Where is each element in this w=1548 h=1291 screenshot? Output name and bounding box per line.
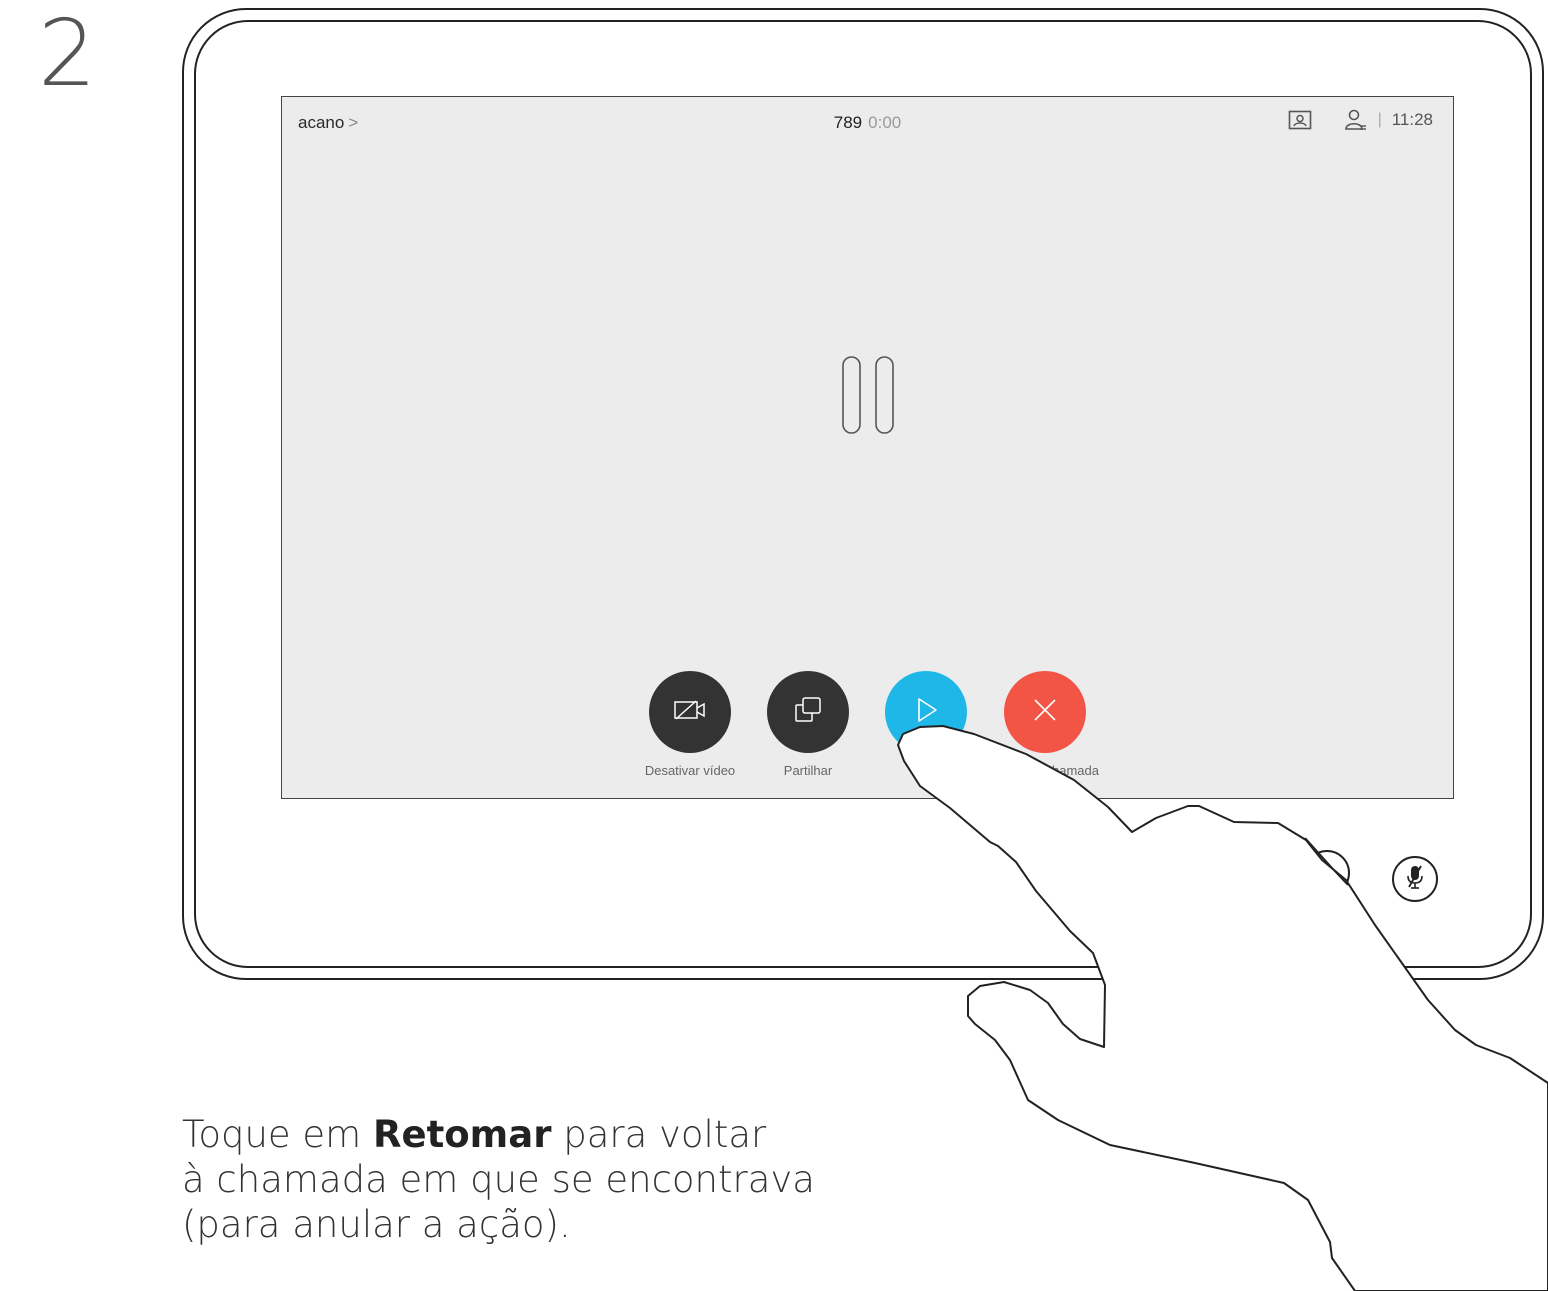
video-off-icon bbox=[673, 698, 707, 727]
clock: 11:28 bbox=[1391, 110, 1433, 129]
step-number: 2 bbox=[38, 0, 97, 107]
call-info: 789 0:00 bbox=[282, 113, 1453, 133]
mute-microphone-icon bbox=[1403, 863, 1427, 896]
instruction-line-1: Toque em Retomar para voltar bbox=[182, 1112, 815, 1157]
selfview-icon[interactable] bbox=[1288, 110, 1312, 130]
resume-button[interactable] bbox=[885, 671, 967, 753]
instruction-text: Toque em Retomar para voltar à chamada e… bbox=[182, 1112, 815, 1247]
video-off-button[interactable] bbox=[649, 671, 731, 753]
call-number: 789 bbox=[833, 113, 863, 132]
video-off-label: Desativar vídeo bbox=[644, 763, 736, 778]
instruction-line-3: (para anular a ação). bbox=[182, 1203, 571, 1246]
instruction-line-2: à chamada em que se encontrava bbox=[182, 1158, 815, 1201]
end-call-label: chamada bbox=[1045, 763, 1099, 778]
share-icon bbox=[793, 696, 823, 729]
share-button[interactable] bbox=[767, 671, 849, 753]
end-call-x-icon bbox=[1032, 697, 1058, 728]
resume-play-icon bbox=[913, 696, 939, 729]
resume-label: R bbox=[921, 763, 931, 778]
share-label: Partilhar bbox=[783, 763, 833, 778]
call-timer: 0:00 bbox=[868, 113, 902, 132]
resume-group: R bbox=[866, 671, 986, 778]
share-group: Partilhar bbox=[748, 671, 868, 778]
pause-icon bbox=[840, 355, 900, 440]
hardware-button[interactable] bbox=[1304, 850, 1350, 896]
video-off-group: Desativar vídeo bbox=[630, 671, 750, 778]
instruction-prefix: Toque em bbox=[182, 1113, 373, 1156]
end-call-button[interactable] bbox=[1004, 671, 1086, 753]
touch-screen: acano > 789 0:00 | 11:28 Desativar vídeo… bbox=[281, 96, 1454, 799]
status-bar: | 11:28 bbox=[1288, 109, 1433, 131]
status-separator: | bbox=[1377, 111, 1382, 128]
mute-button[interactable] bbox=[1392, 856, 1438, 902]
resume-keyword: Retomar bbox=[372, 1113, 552, 1156]
participants-icon[interactable] bbox=[1344, 109, 1368, 131]
instruction-suffix: para voltar bbox=[551, 1113, 767, 1156]
end-call-group: chamada bbox=[985, 671, 1105, 778]
